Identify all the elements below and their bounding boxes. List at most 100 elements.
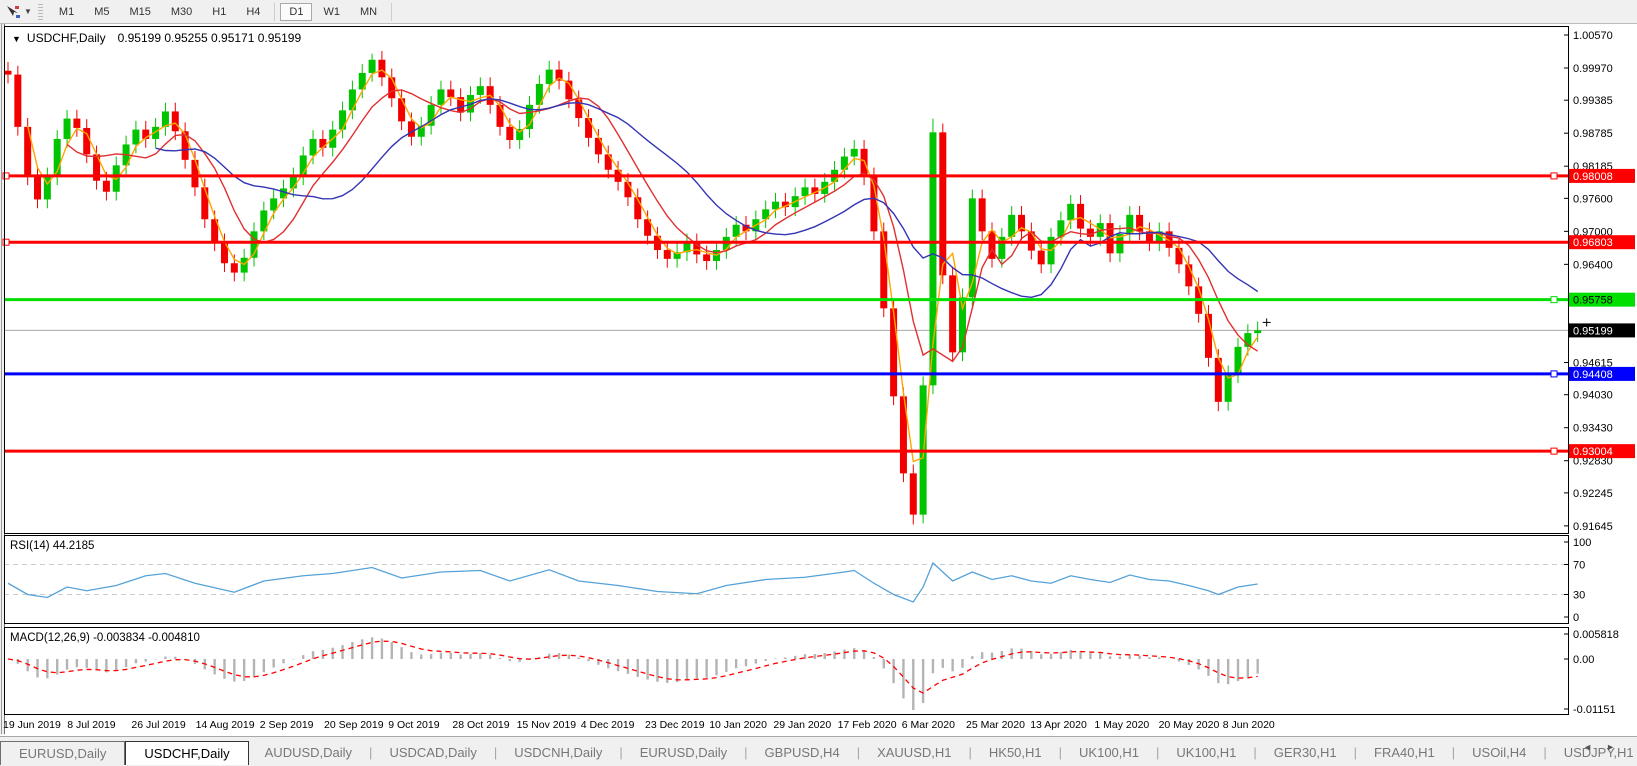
svg-text:23 Dec 2019: 23 Dec 2019 <box>645 719 705 731</box>
svg-text:19 Jun 2019: 19 Jun 2019 <box>3 719 61 731</box>
chart-tab-eurusd-daily[interactable]: EURUSD,Daily <box>624 741 743 764</box>
tab-separator: | <box>1452 745 1455 760</box>
svg-text:1 May 2020: 1 May 2020 <box>1094 719 1149 731</box>
hline-0-93004[interactable] <box>4 448 1568 454</box>
svg-text:0.97600: 0.97600 <box>1573 193 1613 205</box>
tab-separator: | <box>969 745 972 760</box>
svg-text:0: 0 <box>1573 612 1579 624</box>
svg-text:0.94030: 0.94030 <box>1573 390 1613 402</box>
pane-divider[interactable] <box>4 533 1568 536</box>
svg-text:0.00: 0.00 <box>1573 654 1594 666</box>
rsi-line <box>8 563 1258 602</box>
svg-text:20 Sep 2019: 20 Sep 2019 <box>324 719 384 731</box>
svg-text:15 Nov 2019: 15 Nov 2019 <box>517 719 577 731</box>
svg-text:26 Jul 2019: 26 Jul 2019 <box>131 719 185 731</box>
svg-text:100: 100 <box>1573 537 1591 549</box>
chart-tab-usdcad-daily[interactable]: USDCAD,Daily <box>373 741 492 764</box>
svg-text:0.99385: 0.99385 <box>1573 95 1613 107</box>
svg-text:17 Feb 2020: 17 Feb 2020 <box>838 719 897 731</box>
svg-text:70: 70 <box>1573 560 1585 572</box>
svg-text:0.96803: 0.96803 <box>1573 237 1613 249</box>
svg-text:4 Dec 2019: 4 Dec 2019 <box>581 719 635 731</box>
svg-text:10 Jan 2020: 10 Jan 2020 <box>709 719 767 731</box>
candles <box>5 51 1262 525</box>
svg-text:0.95199: 0.95199 <box>1573 325 1613 337</box>
chart-tab-usdchf-daily[interactable]: USDCHF,Daily <box>125 741 248 765</box>
tab-scroll-left-icon[interactable]: ◄ <box>1583 742 1606 752</box>
hline-0-94408[interactable] <box>4 371 1568 377</box>
chart-symbol: USDCHF,Daily <box>27 31 106 45</box>
time-axis[interactable]: 19 Jun 2019 8 Jul 2019 26 Jul 2019 14 Aug 2… <box>3 719 1275 731</box>
svg-text:30: 30 <box>1573 590 1585 602</box>
hline-0-95758[interactable] <box>4 297 1568 303</box>
svg-text:0.91645: 0.91645 <box>1573 521 1613 533</box>
svg-text:-0.01151: -0.01151 <box>1573 704 1616 716</box>
rsi-label: RSI(14) 44.2185 <box>10 540 94 552</box>
price-tag-0-98008: 0.98008 <box>1569 169 1635 183</box>
chart-tab-uk100-h1[interactable]: UK100,H1 <box>1160 741 1252 764</box>
chart-dropdown-icon[interactable]: ▼ <box>12 34 21 44</box>
price-tag-0-95758: 0.95758 <box>1569 293 1635 307</box>
chart-tab-usdcnh-daily[interactable]: USDCNH,Daily <box>498 741 618 764</box>
tab-scroll-right-icon[interactable]: ► <box>1606 742 1629 752</box>
price-tag-0-93004: 0.93004 <box>1569 444 1635 458</box>
chart-tab-bar: EURUSD,DailyUSDCHF,DailyAUDUSD,Daily|USD… <box>0 736 1637 766</box>
macd-histogram <box>8 637 1258 710</box>
last-bar-marker <box>1263 318 1271 326</box>
tab-separator: | <box>1156 745 1159 760</box>
svg-text:0.96400: 0.96400 <box>1573 259 1613 271</box>
svg-text:0.99970: 0.99970 <box>1573 63 1613 75</box>
svg-text:20 May 2020: 20 May 2020 <box>1159 719 1220 731</box>
current-price-tag: 0.95199 <box>1569 323 1635 337</box>
hline-0-96803[interactable] <box>3 239 1568 245</box>
pane-borders <box>5 27 1569 715</box>
chart-tab-eurusd-daily[interactable]: EURUSD,Daily <box>0 741 125 765</box>
svg-text:9 Oct 2019: 9 Oct 2019 <box>388 719 440 731</box>
tab-separator: | <box>494 745 497 760</box>
svg-text:28 Oct 2019: 28 Oct 2019 <box>452 719 509 731</box>
svg-text:0.94408: 0.94408 <box>1573 369 1613 381</box>
tab-separator: | <box>1354 745 1357 760</box>
chart-tab-uk100-h1[interactable]: UK100,H1 <box>1063 741 1155 764</box>
chart-title: ▼ USDCHF,Daily 0.95199 0.95255 0.95171 0.9… <box>12 31 301 45</box>
chart-tab-xauusd-h1[interactable]: XAUUSD,H1 <box>861 741 967 764</box>
svg-text:0.005818: 0.005818 <box>1573 629 1619 641</box>
tab-separator: | <box>1543 745 1546 760</box>
chart-tab-ger30-h1[interactable]: GER30,H1 <box>1258 741 1353 764</box>
chart-tab-hk50-h1[interactable]: HK50,H1 <box>973 741 1058 764</box>
tab-scroll-arrows: ◄► <box>1583 742 1629 752</box>
pane-divider[interactable] <box>4 623 1568 628</box>
tab-separator: | <box>369 745 372 760</box>
chart-tab-gbpusd-h4[interactable]: GBPUSD,H4 <box>749 741 856 764</box>
svg-text:0.92245: 0.92245 <box>1573 488 1613 500</box>
tab-separator: | <box>619 745 622 760</box>
svg-text:1.00570: 1.00570 <box>1573 30 1613 42</box>
trading-app-window: ▼ M1M5M15M30H1H4D1W1MN 1.005700.999700.9… <box>0 0 1637 766</box>
tab-separator: | <box>744 745 747 760</box>
chart-tab-audusd-daily[interactable]: AUDUSD,Daily <box>249 741 368 764</box>
svg-text:13 Apr 2020: 13 Apr 2020 <box>1030 719 1087 731</box>
tab-separator: | <box>1253 745 1256 760</box>
svg-text:29 Jan 2020: 29 Jan 2020 <box>773 719 831 731</box>
chart-tab-usoil-h4[interactable]: USOil,H4 <box>1456 741 1542 764</box>
svg-text:8 Jun 2020: 8 Jun 2020 <box>1223 719 1275 731</box>
price-tag-0-94408: 0.94408 <box>1569 367 1635 381</box>
svg-text:8 Jul 2019: 8 Jul 2019 <box>67 719 116 731</box>
svg-text:2 Sep 2019: 2 Sep 2019 <box>260 719 314 731</box>
price-axis[interactable]: 1.005700.999700.993850.987850.981850.976… <box>1564 30 1635 716</box>
chart-ohlc-values: 0.95199 0.95255 0.95171 0.95199 <box>118 31 302 45</box>
chart-tab-fra40-h1[interactable]: FRA40,H1 <box>1358 741 1451 764</box>
svg-text:0.98785: 0.98785 <box>1573 128 1613 140</box>
rsi-pane <box>4 563 1568 602</box>
window-chrome <box>0 23 1637 735</box>
svg-text:14 Aug 2019: 14 Aug 2019 <box>196 719 255 731</box>
svg-text:0.93430: 0.93430 <box>1573 423 1613 435</box>
svg-text:25 Mar 2020: 25 Mar 2020 <box>966 719 1025 731</box>
svg-text:0.98008: 0.98008 <box>1573 171 1613 183</box>
ma-fast-line <box>28 70 1258 461</box>
tab-separator: | <box>1059 745 1062 760</box>
svg-text:0.93004: 0.93004 <box>1573 446 1613 458</box>
svg-text:6 Mar 2020: 6 Mar 2020 <box>902 719 955 731</box>
svg-text:0.95758: 0.95758 <box>1573 295 1613 307</box>
chart-canvas[interactable]: 1.005700.999700.993850.987850.981850.976… <box>0 0 1637 766</box>
